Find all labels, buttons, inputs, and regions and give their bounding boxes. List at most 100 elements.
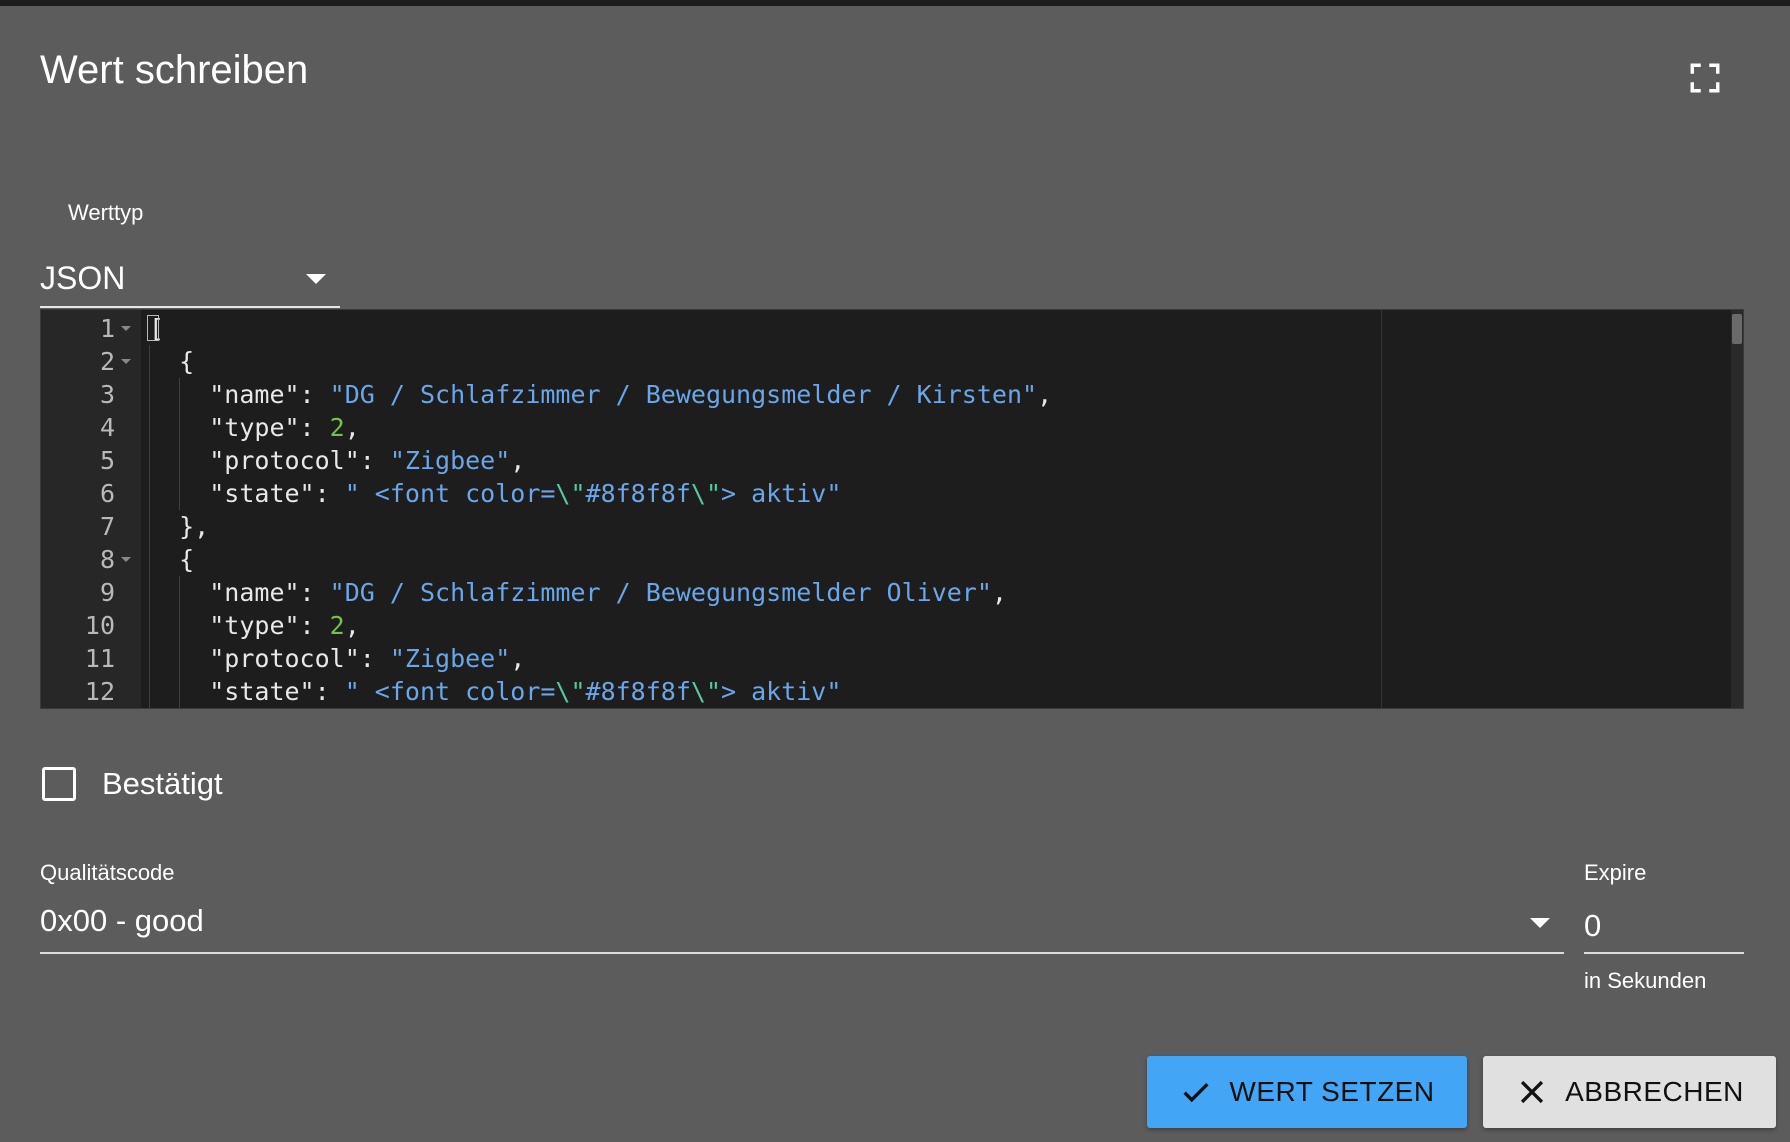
- indent-guide: [179, 642, 181, 675]
- line-number: 12: [84, 677, 115, 706]
- code-line: 12 "state": " <font color=\"#8f8f8f\"> ak…: [41, 675, 1721, 708]
- code-token: "DG / Schlafzimmer / Bewegungsmelder Oli…: [329, 578, 992, 607]
- value-type-select[interactable]: JSON: [40, 252, 340, 308]
- indent-guide: [179, 477, 181, 510]
- fold-toggle-icon[interactable]: [121, 359, 131, 364]
- acknowledged-checkbox[interactable]: [42, 767, 76, 801]
- line-number: 3: [99, 380, 115, 409]
- code-text: {: [179, 543, 194, 576]
- close-icon: [1520, 1080, 1544, 1104]
- top-strip: [0, 0, 1790, 6]
- dialog-title: Wert schreiben: [40, 48, 309, 92]
- code-token: :: [299, 578, 330, 607]
- code-token: "name": [209, 578, 300, 607]
- line-number: 10: [84, 611, 115, 640]
- code-line: 2{: [41, 345, 1721, 378]
- code-token: "name": [209, 380, 300, 409]
- quality-select[interactable]: 0x00 - good: [40, 900, 1564, 954]
- fold-toggle-icon[interactable]: [121, 557, 131, 562]
- code-text: "type": 2,: [209, 609, 360, 642]
- fullscreen-button[interactable]: [1680, 56, 1730, 100]
- code-token: "protocol": [209, 644, 360, 673]
- line-number: 11: [84, 644, 115, 673]
- indent-guide: [149, 609, 150, 642]
- quality-label: Qualitätscode: [40, 860, 175, 885]
- code-line: 4 "type": 2,: [41, 411, 1721, 444]
- dropdown-arrow-icon: [1530, 918, 1550, 928]
- line-number: 5: [99, 446, 115, 475]
- code-token: :: [299, 380, 330, 409]
- dropdown-arrow-icon: [306, 274, 326, 284]
- code-token: :: [359, 644, 390, 673]
- check-icon: [1183, 1083, 1209, 1103]
- code-token: > aktiv": [721, 479, 842, 508]
- indent-guide: [179, 675, 181, 708]
- expire-label: Expire: [1584, 860, 1647, 885]
- code-token: \": [555, 677, 586, 706]
- set-value-label: WERT SETZEN: [1229, 1076, 1435, 1107]
- code-line: 1[: [41, 312, 1721, 345]
- code-text: "protocol": "Zigbee",: [209, 642, 525, 675]
- code-token: :: [299, 611, 330, 640]
- line-number: 7: [99, 512, 115, 541]
- indent-guide: [149, 675, 150, 708]
- indent-guide: [179, 609, 181, 642]
- code-token: ,: [344, 611, 360, 640]
- line-number: 1: [99, 314, 115, 343]
- code-line: 8{: [41, 543, 1721, 576]
- indent-guide: [179, 576, 181, 609]
- code-token: ,: [991, 578, 1007, 607]
- text-cursor: [147, 315, 159, 341]
- line-number: 4: [99, 413, 115, 442]
- code-token: "Zigbee": [389, 644, 511, 673]
- code-token: {: [179, 347, 195, 376]
- code-token: ,: [344, 413, 360, 442]
- code-token: #8f8f8f: [585, 479, 691, 508]
- code-token: 2: [329, 413, 345, 442]
- code-text: {: [179, 345, 194, 378]
- code-token: #8f8f8f: [585, 677, 691, 706]
- code-token: ,: [1037, 380, 1053, 409]
- code-line: 9 "name": "DG / Schlafzimmer / Bewegungsm…: [41, 576, 1721, 609]
- expire-input[interactable]: [1584, 900, 1744, 954]
- code-line: 3 "name": "DG / Schlafzimmer / Bewegungsm…: [41, 378, 1721, 411]
- code-text: "name": "DG / Schlafzimmer / Bewegungsme…: [209, 576, 1007, 609]
- indent-guide: [149, 444, 150, 477]
- quality-selected: 0x00 - good: [40, 903, 204, 938]
- indent-guide: [179, 378, 181, 411]
- value-type-selected: JSON: [40, 260, 126, 296]
- code-token: "type": [209, 611, 300, 640]
- code-line: 11 "protocol": "Zigbee",: [41, 642, 1721, 675]
- indent-guide: [149, 543, 150, 576]
- code-text: "state": " <font color=\"#8f8f8f\"> akti…: [209, 675, 841, 708]
- code-token: ,: [510, 644, 526, 673]
- code-token: "protocol": [209, 446, 360, 475]
- indent-guide: [179, 444, 181, 477]
- code-token: "type": [209, 413, 300, 442]
- line-number: 8: [99, 545, 115, 574]
- code-token: " <font color=: [344, 479, 556, 508]
- set-value-button[interactable]: WERT SETZEN: [1147, 1056, 1467, 1128]
- editor-scrollbar[interactable]: [1731, 310, 1743, 708]
- code-token: " <font color=: [344, 677, 556, 706]
- code-token: "state": [209, 677, 315, 706]
- cancel-button[interactable]: ABBRECHEN: [1483, 1056, 1776, 1128]
- code-text: },: [179, 510, 209, 543]
- code-token: \": [690, 479, 721, 508]
- acknowledged-checkbox-row[interactable]: Bestätigt: [40, 762, 223, 806]
- expire-helper-text: in Sekunden: [1584, 968, 1707, 993]
- json-code-editor[interactable]: 1[2{3 "name": "DG / Schlafzimmer / Bewegu…: [40, 309, 1744, 709]
- line-number: 9: [99, 578, 115, 607]
- code-token: 2: [329, 611, 345, 640]
- code-token: {: [179, 545, 195, 574]
- indent-guide: [149, 477, 150, 510]
- line-number: 2: [99, 347, 115, 376]
- editor-scrollbar-thumb[interactable]: [1732, 314, 1742, 344]
- code-text: "type": 2,: [209, 411, 360, 444]
- value-type-label: Werttyp: [68, 200, 144, 225]
- code-line: 6 "state": " <font color=\"#8f8f8f\"> akt…: [41, 477, 1721, 510]
- acknowledged-label: Bestätigt: [102, 766, 223, 801]
- code-text: "name": "DG / Schlafzimmer / Bewegungsme…: [209, 378, 1052, 411]
- fold-toggle-icon[interactable]: [121, 326, 131, 331]
- code-line: 10 "type": 2,: [41, 609, 1721, 642]
